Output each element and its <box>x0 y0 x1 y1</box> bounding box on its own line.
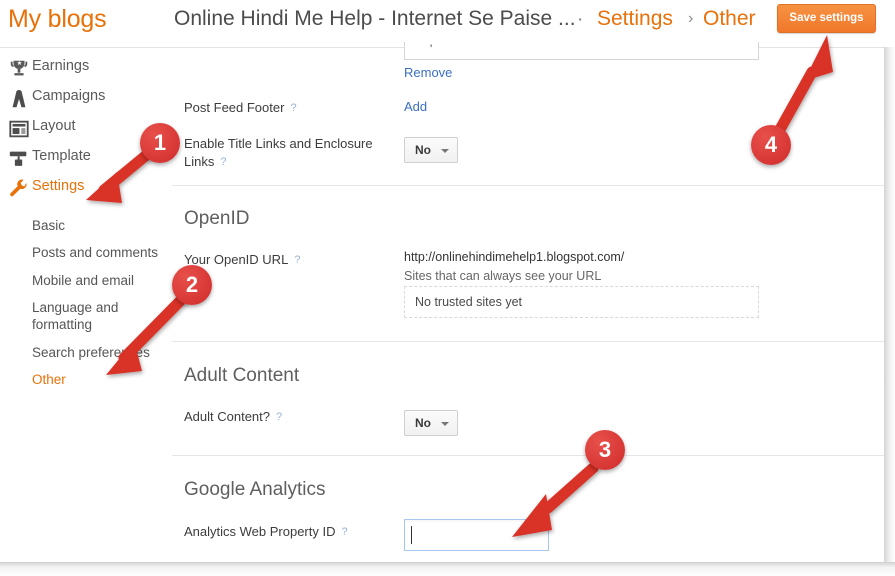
chevron-down-icon <box>441 149 449 153</box>
adult-content-label-text: Adult Content? <box>184 409 271 424</box>
dropdown-value: No <box>415 143 431 157</box>
section-divider <box>172 455 895 456</box>
post-feed-footer-label: Post Feed Footer? <box>184 99 297 117</box>
dropdown-value: No <box>415 416 431 430</box>
text-cursor <box>411 526 412 544</box>
chevron-right-icon: › <box>688 10 694 27</box>
section-divider <box>172 341 895 342</box>
section-divider <box>172 185 895 186</box>
sidebar-item-label: Earnings <box>32 58 90 74</box>
sidebar-item-basic[interactable]: Basic <box>32 217 65 234</box>
annotation-badge-1: 1 <box>140 123 180 163</box>
enable-title-links-label: Enable Title Links and Enclosure Links? <box>184 135 389 171</box>
sidebar-item-label: Settings <box>32 178 85 194</box>
trophy-icon <box>8 58 30 80</box>
help-icon[interactable]: ? <box>220 153 226 171</box>
sidebar-item-language-and-formatting[interactable]: Language and formatting <box>32 299 122 333</box>
adult-content-label: Adult Content?? <box>184 408 282 426</box>
chevron-down-icon <box>441 422 449 426</box>
save-settings-button[interactable]: Save settings <box>777 4 876 33</box>
enable-title-links-label-text: Enable Title Links and Enclosure Links <box>184 136 373 169</box>
campaign-icon <box>8 88 30 110</box>
sidebar-item-label: Template <box>32 148 91 164</box>
window-bottom-edge-shadow <box>0 562 895 576</box>
openid-url-label: Your OpenID URL? <box>184 251 300 269</box>
wrench-icon <box>8 178 30 200</box>
paint-roller-icon <box>8 148 30 170</box>
help-icon[interactable]: ? <box>290 99 296 117</box>
sidebar-item-label: Campaigns <box>32 88 106 104</box>
trusted-sites-caption: Sites that can always see your URL <box>404 269 602 283</box>
blogger-settings-screen: My blogs Online Hindi Me Help - Internet… <box>0 0 895 576</box>
adult-content-section-title: Adult Content <box>184 365 300 386</box>
openid-section-title: OpenID <box>184 208 250 229</box>
sidebar-item-mobile-and-email[interactable]: Mobile and email <box>32 272 134 289</box>
annotation-badge-3: 3 <box>585 430 625 470</box>
trusted-sites-box: No trusted sites yet <box>404 286 759 318</box>
sidebar-item-posts-and-comments[interactable]: Posts and comments <box>32 244 158 261</box>
breadcrumb-dot-separator: · <box>577 9 584 30</box>
settings-content-panel: ' Remove Post Feed Footer? Add Enable Ti… <box>172 42 895 562</box>
my-blogs-link[interactable]: My blogs <box>8 5 107 34</box>
enable-title-links-dropdown[interactable]: No <box>404 137 458 163</box>
blog-title: Online Hindi Me Help - Internet Se Paise… <box>174 7 576 30</box>
annotation-badge-4: 4 <box>751 125 791 165</box>
help-icon[interactable]: ? <box>294 251 300 269</box>
top-header-bar: My blogs Online Hindi Me Help - Internet… <box>0 0 895 47</box>
sidebar-item-campaigns[interactable]: Campaigns <box>0 86 172 116</box>
remove-link[interactable]: Remove <box>404 65 452 80</box>
openid-url-value: http://onlinehindimehelp1.blogspot.com/ <box>404 250 625 264</box>
post-feed-footer-label-text: Post Feed Footer <box>184 100 285 115</box>
openid-url-label-text: Your OpenID URL <box>184 252 289 267</box>
sidebar-item-earnings[interactable]: Earnings <box>0 56 172 86</box>
add-link[interactable]: Add <box>404 99 427 114</box>
adult-content-dropdown[interactable]: No <box>404 410 458 436</box>
scrolled-off-textbox[interactable]: ' <box>404 42 759 60</box>
sidebar-item-search-preferences[interactable]: Search preferences <box>32 344 150 361</box>
sidebar-item-other[interactable]: Other <box>32 371 66 388</box>
annotation-badge-2: 2 <box>172 265 212 305</box>
sidebar-item-label: Layout <box>32 118 76 134</box>
sidebar-item-settings[interactable]: Settings <box>0 176 172 206</box>
breadcrumb-settings-link[interactable]: Settings <box>597 7 673 31</box>
textbox-caret: ' <box>430 42 433 56</box>
analytics-label-text: Analytics Web Property ID <box>184 524 336 539</box>
trusted-sites-value: No trusted sites yet <box>415 295 522 309</box>
breadcrumb-other-link[interactable]: Other <box>703 7 756 31</box>
analytics-web-property-id-input[interactable] <box>404 519 549 551</box>
google-analytics-section-title: Google Analytics <box>184 479 326 500</box>
help-icon[interactable]: ? <box>341 523 347 541</box>
analytics-web-property-id-label: Analytics Web Property ID? <box>184 523 348 541</box>
layout-icon <box>8 118 30 140</box>
help-icon[interactable]: ? <box>276 408 282 426</box>
window-right-edge-shadow <box>884 47 895 562</box>
